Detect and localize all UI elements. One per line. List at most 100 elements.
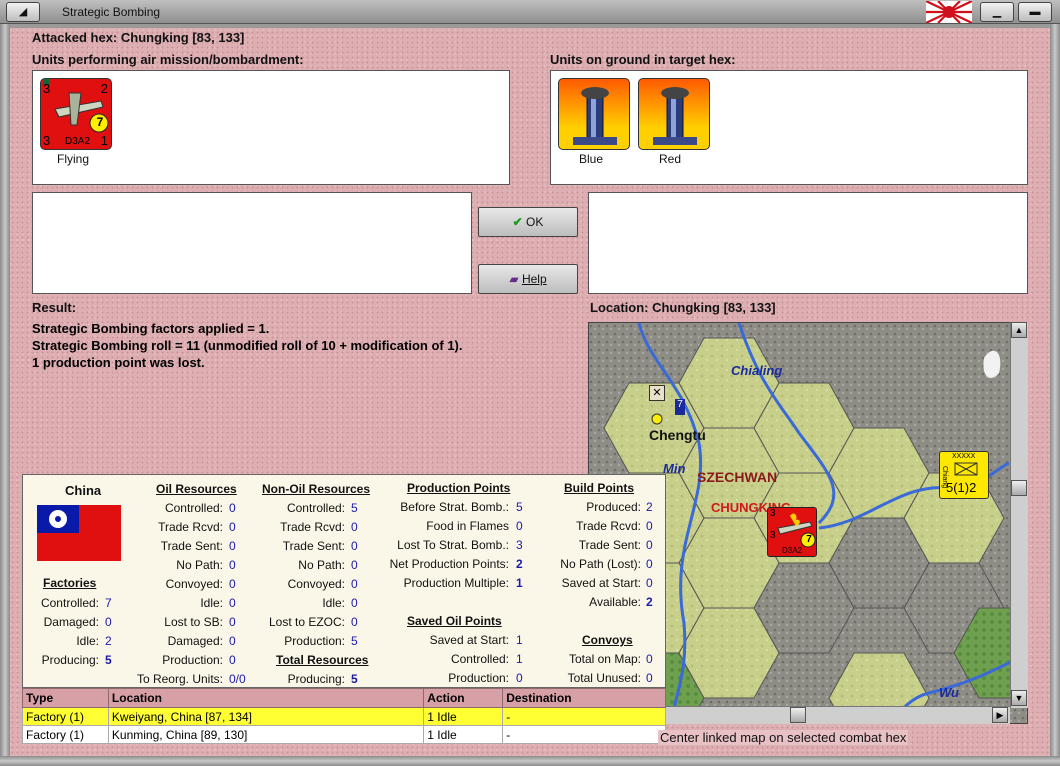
bomber-attack-value: 3 — [43, 81, 51, 96]
map-horizontal-scrollbar[interactable]: ▶ — [660, 706, 1010, 724]
oil-row-value: 0 — [229, 558, 236, 572]
build-row-value: 0 — [646, 576, 653, 590]
hq-unit-marker[interactable]: ✕ — [649, 385, 665, 401]
result-line: 1 production point was lost. — [32, 355, 205, 370]
bomber-unit-counter[interactable]: 3 2 7 3 D3A2 1 — [40, 78, 112, 150]
table-row[interactable]: Factory (1) Kunming, China [89, 130] 1 I… — [22, 725, 666, 744]
center-map-checkbox-label[interactable]: Center linked map on selected combat hex — [658, 730, 909, 745]
country-production-panel: China Factories Controlled: 7 Damaged: 0… — [22, 474, 666, 688]
location-cell: Kunming, China [89, 130] — [107, 725, 425, 744]
non-oil-row-label: Controlled: — [286, 501, 345, 515]
table-row[interactable]: Factory (1) Kweiyang, China [87, 134] 1 … — [22, 707, 666, 726]
table-header-row: Type Location Action Destination — [22, 688, 666, 708]
build-row-value: 2 — [646, 500, 653, 514]
chinese-army-counter[interactable]: XXXXX Chiang 5(1)2 — [939, 451, 989, 499]
non-oil-row-label: Idle: — [322, 596, 345, 610]
build-row-label: Saved at Start: — [561, 576, 641, 590]
maximize-button[interactable]: ▬ — [1018, 2, 1052, 22]
map-vertical-scrollbar[interactable]: ▲ ▼ — [1010, 322, 1028, 708]
non-oil-row-value: 0 — [351, 520, 358, 534]
factory-counter-red[interactable] — [638, 78, 710, 150]
type-cell: Factory (1) — [22, 707, 109, 726]
bomber-range-value: 7 — [96, 115, 104, 129]
horizontal-scroll-thumb[interactable] — [790, 707, 806, 723]
oil-resources-heading: Oil Resources — [156, 482, 237, 496]
factory-list-table: Type Location Action Destination Factory… — [22, 688, 666, 744]
non-oil-row-label: Trade Sent: — [282, 539, 345, 553]
factories-heading: Factories — [43, 576, 97, 590]
build-row-value: 2 — [646, 595, 653, 609]
infantry-symbol-icon — [954, 462, 978, 476]
result-line: Strategic Bombing factors applied = 1. — [32, 321, 270, 336]
column-header[interactable]: Location — [107, 688, 425, 708]
column-header[interactable]: Type — [22, 688, 109, 708]
scroll-down-button[interactable]: ▼ — [1011, 690, 1027, 706]
minimize-button[interactable]: ▁ — [980, 2, 1014, 22]
oil-row-value: 0 — [229, 577, 236, 591]
convoys-row-value: 0 — [646, 652, 653, 666]
map-bomber-counter[interactable]: 3 7 3 D3A2 — [767, 507, 817, 557]
non-oil-row-value: 0 — [351, 558, 358, 572]
oil-row-value: 0 — [229, 653, 236, 667]
saved-oil-points-heading: Saved Oil Points — [407, 614, 502, 628]
map-bomber-left-bottom: 3 — [770, 530, 776, 541]
action-cell: 1 Idle — [423, 725, 504, 744]
production-row-value: 1 — [516, 576, 523, 590]
production-row-value: 2 — [516, 557, 523, 571]
oil-row-label: Trade Sent: — [160, 539, 223, 553]
non-oil-row-label: No Path: — [298, 558, 345, 572]
bomber-bottom-left-value: 3 — [43, 133, 51, 148]
oil-row-label: Idle: — [200, 596, 223, 610]
city-marker: 7 — [675, 399, 685, 415]
saved-oil-row-label: Production: — [448, 671, 509, 685]
oil-row-value: 0 — [229, 539, 236, 553]
bomber-bottom-right-value: 1 — [100, 133, 108, 148]
scroll-right-button[interactable]: ▶ — [992, 707, 1008, 723]
system-menu-button[interactable]: ◢ — [6, 2, 40, 22]
column-header[interactable]: Destination — [502, 688, 666, 708]
factory-counter-blue[interactable] — [558, 78, 630, 150]
result-heading: Result: — [32, 300, 77, 315]
scroll-up-button[interactable]: ▲ — [1011, 322, 1027, 338]
result-line: Strategic Bombing roll = 11 (unmodified … — [32, 338, 463, 353]
bomber-defense-value: 2 — [100, 81, 108, 96]
attacked-hex-label: Attacked hex: Chungking [83, 133] — [32, 30, 245, 45]
help-book-icon: ▰ — [509, 272, 519, 286]
ok-button[interactable]: ✔ OK — [478, 207, 578, 237]
oil-row-value: 0 — [229, 615, 236, 629]
factories-row-value: 2 — [105, 634, 112, 648]
convoys-row-label: Total Unused: — [567, 671, 641, 685]
destination-cell: - — [502, 725, 666, 744]
title-bar: ◢ Strategic Bombing ▁ ▬ — [0, 0, 1060, 24]
production-row-label: Lost To Strat. Bomb.: — [397, 538, 509, 552]
production-row-label: Net Production Points: — [389, 557, 509, 571]
build-row-value: 0 — [646, 519, 653, 533]
oil-row-label: Controlled: — [164, 501, 223, 515]
check-icon: ✔ — [512, 215, 523, 229]
production-row-label: Production Multiple: — [403, 576, 509, 590]
oil-row-value: 0 — [229, 501, 236, 515]
factories-row-label: Damaged: — [43, 615, 99, 629]
china-flag-icon — [37, 505, 121, 561]
convoys-row-value: 0 — [646, 671, 653, 685]
saved-oil-row-value: 1 — [516, 652, 523, 666]
non-oil-row-label: Trade Rcvd: — [280, 520, 345, 534]
non-oil-row-label: Lost to EZOC: — [268, 615, 345, 629]
saved-oil-row-label: Controlled: — [450, 652, 509, 666]
chialing-river-label: Chialing — [731, 363, 783, 378]
bomber-caption: Flying — [56, 152, 89, 166]
szechwan-region-label: SZECHWAN — [697, 469, 778, 485]
action-cell: 1 Idle — [423, 707, 504, 726]
oil-row-label: Damaged: — [167, 634, 223, 648]
min-river-label: Min — [663, 461, 686, 476]
column-header[interactable]: Action — [423, 688, 504, 708]
vertical-scroll-thumb[interactable] — [1011, 480, 1027, 496]
window-frame-top — [0, 24, 1060, 28]
total-resources-heading: Total Resources — [276, 653, 369, 667]
build-row-value: 0 — [646, 557, 653, 571]
production-row-label: Before Strat. Bomb.: — [400, 500, 509, 514]
help-button[interactable]: ▰ Help — [478, 264, 578, 294]
saved-oil-row-value: 0 — [516, 671, 523, 685]
saved-oil-row-label: Saved at Start: — [429, 633, 509, 647]
total-resources-row-value: 5 — [351, 672, 358, 686]
